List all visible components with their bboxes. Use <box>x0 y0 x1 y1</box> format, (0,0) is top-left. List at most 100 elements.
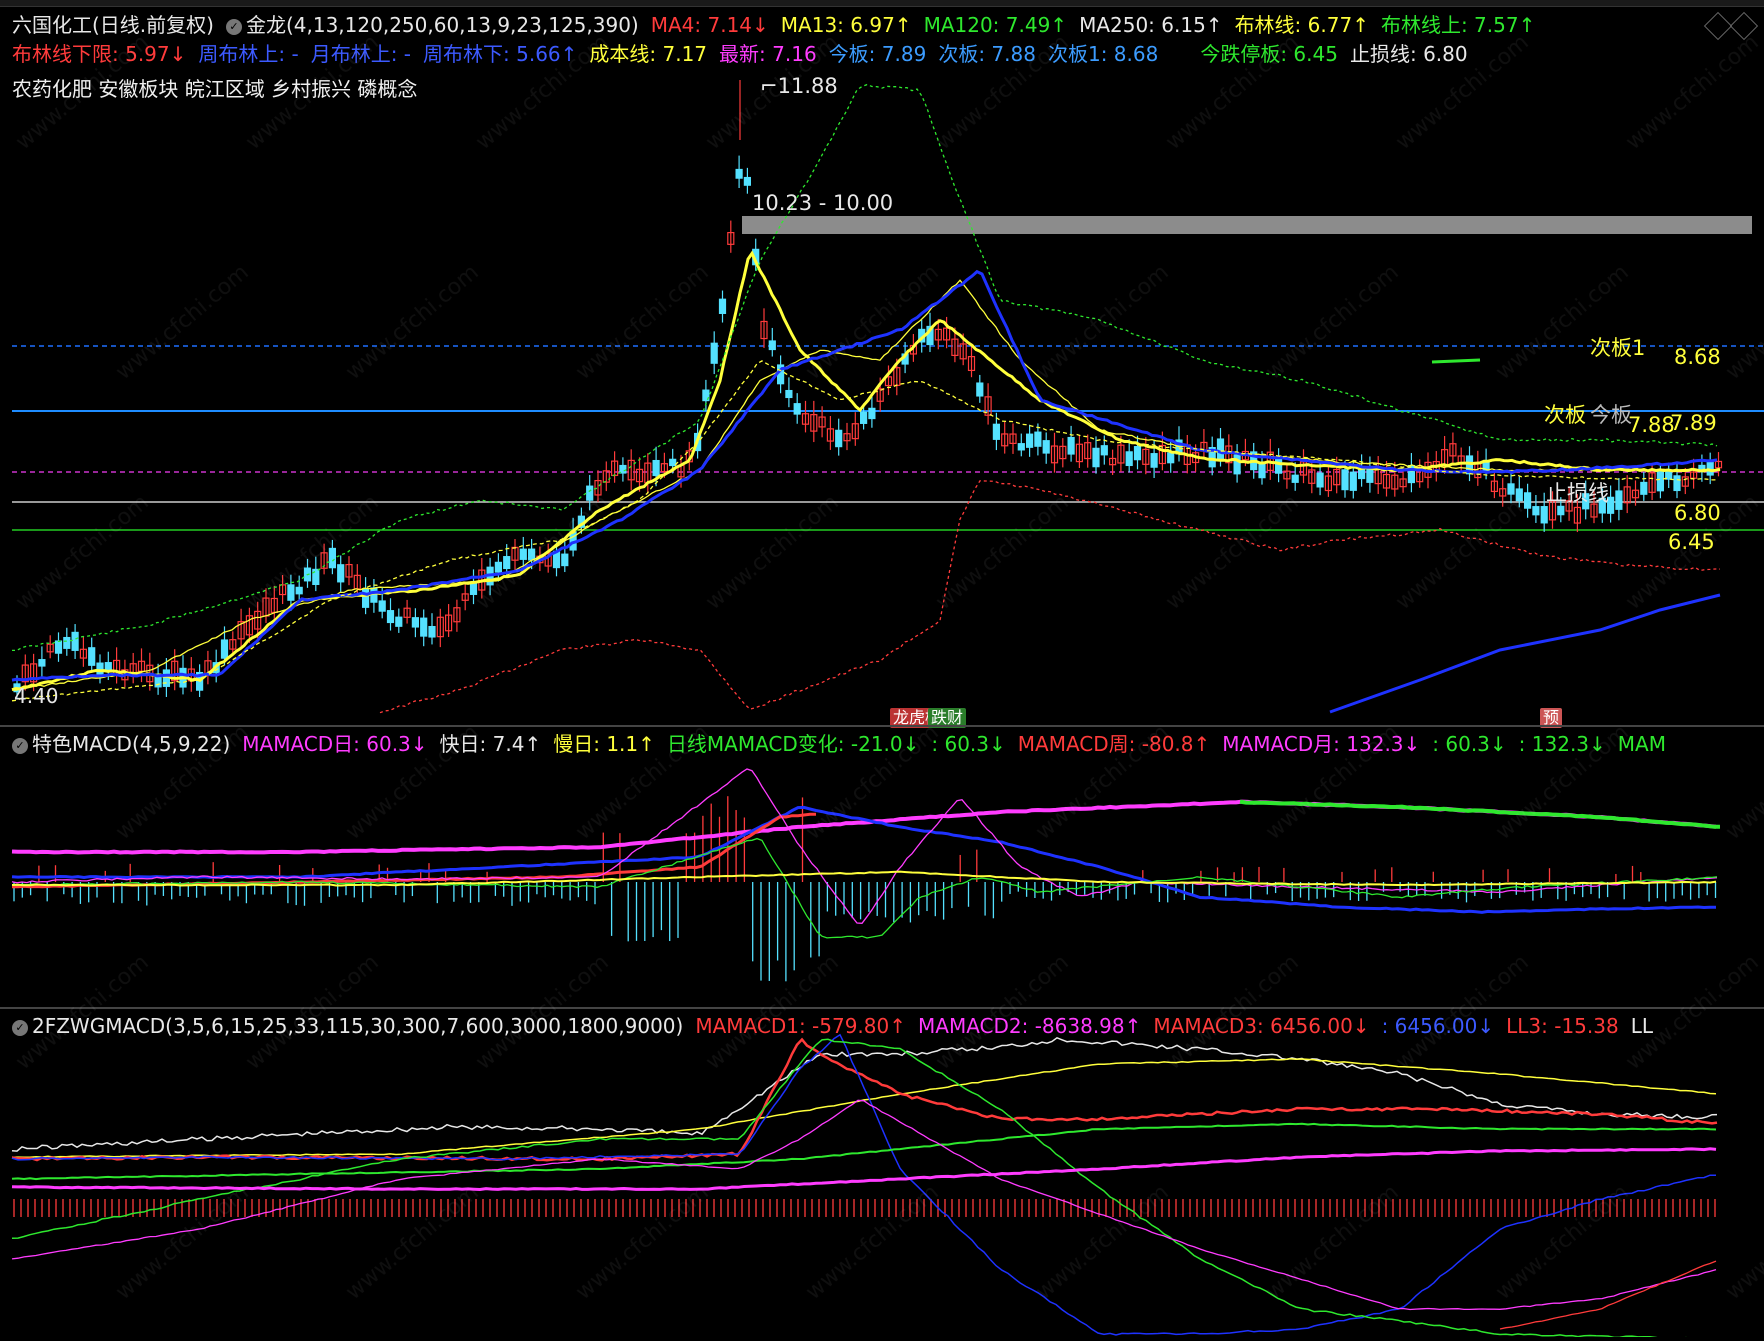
slow-day: 慢日: 1.1↑ <box>553 732 655 756</box>
candle-body <box>1341 469 1349 491</box>
candle-body <box>395 616 403 627</box>
settings-icon[interactable]: ✓ <box>12 737 28 754</box>
mamacd-v8: : 60.3↓ <box>1432 732 1507 756</box>
fast-line <box>11 768 1718 924</box>
candle-body <box>1125 451 1133 467</box>
short-green-line <box>1431 358 1481 364</box>
candle-body <box>370 587 378 603</box>
today-board-label: 今板 <box>1590 403 1632 427</box>
candle-body <box>1615 490 1623 510</box>
candle-body <box>1291 474 1299 483</box>
settings-icon[interactable]: ✓ <box>12 1019 28 1036</box>
kline-chart[interactable]: ⌐11.884.4010.23 - 10.00次板1 8.68次板 今板7.887.… <box>0 0 1764 725</box>
mamacd-month: MAMACD月: 132.3↓ <box>1222 732 1421 756</box>
candle-body <box>669 458 677 467</box>
macd-title[interactable]: ✓ 特色MACD(4,5,9,22) <box>12 727 230 761</box>
candle-body <box>1316 472 1324 488</box>
concept-tags[interactable]: 农药化肥 安徽板块 皖江区域 乡村振兴 磷概念 <box>12 72 417 106</box>
candle-body <box>469 582 478 595</box>
candle-body <box>328 547 336 569</box>
candle-body <box>428 625 436 638</box>
candle-body <box>220 639 229 659</box>
candle-body <box>494 561 502 573</box>
next-board1-value: 8.68 <box>1674 345 1721 369</box>
limit-down-value: 今跌停板: 6.45 <box>1200 42 1338 66</box>
candle-body <box>1515 488 1523 502</box>
fzwg-panel[interactable]: ✓ 2FZWGMACD(3,5,6,15,25,33,115,30,300,7,6… <box>0 1009 1764 1341</box>
candle-body <box>386 610 395 624</box>
candle-body <box>992 423 1001 440</box>
kline-panel[interactable]: ⌐11.88 4.40 10.23 - 10.00 次板1 8.68 次板 今板 7.88 7.… <box>0 0 1764 728</box>
candle-body <box>1640 481 1648 495</box>
ma120-line <box>11 269 1718 682</box>
mamacd-v9: : 132.3↓ <box>1518 732 1606 756</box>
boll-low-value: 布林线下限: 5.97↓ <box>12 42 187 66</box>
next-board1-label: 次板1 <box>1590 336 1645 360</box>
candle-body <box>561 553 569 567</box>
settings-icon[interactable]: ✓ <box>225 18 242 35</box>
candle-body <box>735 168 743 179</box>
candle-body <box>743 176 752 186</box>
low-price-label: 4.40 <box>14 684 59 708</box>
next-board-val: 7.88 <box>1628 413 1675 437</box>
candle-body <box>793 403 801 415</box>
next-board-value: 次板: 7.88 <box>938 42 1036 66</box>
candle-body <box>1532 506 1540 516</box>
stop-loss-val: 6.80 <box>1674 501 1721 525</box>
candle-body <box>527 548 536 561</box>
mamacd-v10: MAM <box>1617 732 1666 756</box>
next-board1-value: 次板1: 8.68 <box>1047 42 1159 66</box>
fast-day: 快日: 7.4↑ <box>439 732 542 756</box>
stop-loss-value: 止损线: 6.80 <box>1349 42 1468 66</box>
candle-body <box>1025 433 1034 448</box>
mamacd1-white <box>11 1036 1718 1152</box>
mamacd-v5: : 60.3↓ <box>931 732 1006 756</box>
candle-body <box>976 382 984 397</box>
ll3: LL3: -15.38 <box>1506 1014 1619 1038</box>
candle-body <box>295 586 303 595</box>
candle-body <box>1092 447 1100 468</box>
fzwg-title[interactable]: ✓ 2FZWGMACD(3,5,6,15,25,33,115,30,300,7,6… <box>12 1009 683 1043</box>
candle-body <box>859 411 868 424</box>
latest-value: 最新: 7.16 <box>719 42 817 66</box>
candle-body <box>1167 452 1175 464</box>
candle-body <box>71 631 79 651</box>
trend-yellow <box>11 1058 1717 1159</box>
candle-body <box>362 588 370 608</box>
candle-body <box>1507 483 1515 495</box>
cost-line-value: 成本线: 7.17 <box>589 42 708 66</box>
candle-body <box>88 647 96 666</box>
candle-body <box>104 662 112 671</box>
macd-panel[interactable]: ✓ 特色MACD(4,5,9,22) MAMACD日: 60.3↓ 快日: 7.4… <box>0 727 1764 1007</box>
today-board-value: 今板: 7.89 <box>828 42 927 66</box>
fzwg-chart[interactable] <box>0 1009 1764 1341</box>
candle-body <box>1656 471 1665 492</box>
mamacd2-blue <box>11 1033 1717 1336</box>
candle-body <box>519 548 527 560</box>
candle-body <box>1216 438 1225 460</box>
candle-body <box>1233 454 1241 475</box>
today-board-val: 7.89 <box>1670 411 1717 435</box>
candle-body <box>1034 431 1042 447</box>
candle-body <box>162 669 170 687</box>
week-boll-up-value: 周布林上: - <box>198 42 299 66</box>
fzwg-header: ✓ 2FZWGMACD(3,5,6,15,25,33,115,30,300,7,6… <box>0 1009 1764 1043</box>
candle-body <box>337 564 345 583</box>
candle-body <box>1673 475 1681 492</box>
candle-body <box>718 298 727 314</box>
candle-body <box>768 340 776 351</box>
candle-body <box>1274 458 1283 474</box>
candle-body <box>1523 492 1532 509</box>
header-row-2: 布林线下限: 5.97↓ 周布林上: - 月布林上: - 周布林下: 5.66↑… <box>0 37 1764 71</box>
candle-body <box>1540 506 1548 524</box>
candle-body <box>420 617 428 637</box>
mamacd-day: MAMACD日: 60.3↓ <box>242 732 428 756</box>
macd-chart[interactable] <box>0 727 1764 1007</box>
candle-body <box>1150 453 1158 468</box>
candle-body <box>710 342 718 364</box>
month-boll-up-value: 月布林上: - <box>310 42 412 66</box>
mamacd1: MAMACD1: -579.80↑ <box>695 1014 906 1038</box>
mamacd3-b: : 6456.00↓ <box>1381 1014 1495 1038</box>
candle-body <box>1133 446 1142 461</box>
candle-body <box>652 459 660 477</box>
